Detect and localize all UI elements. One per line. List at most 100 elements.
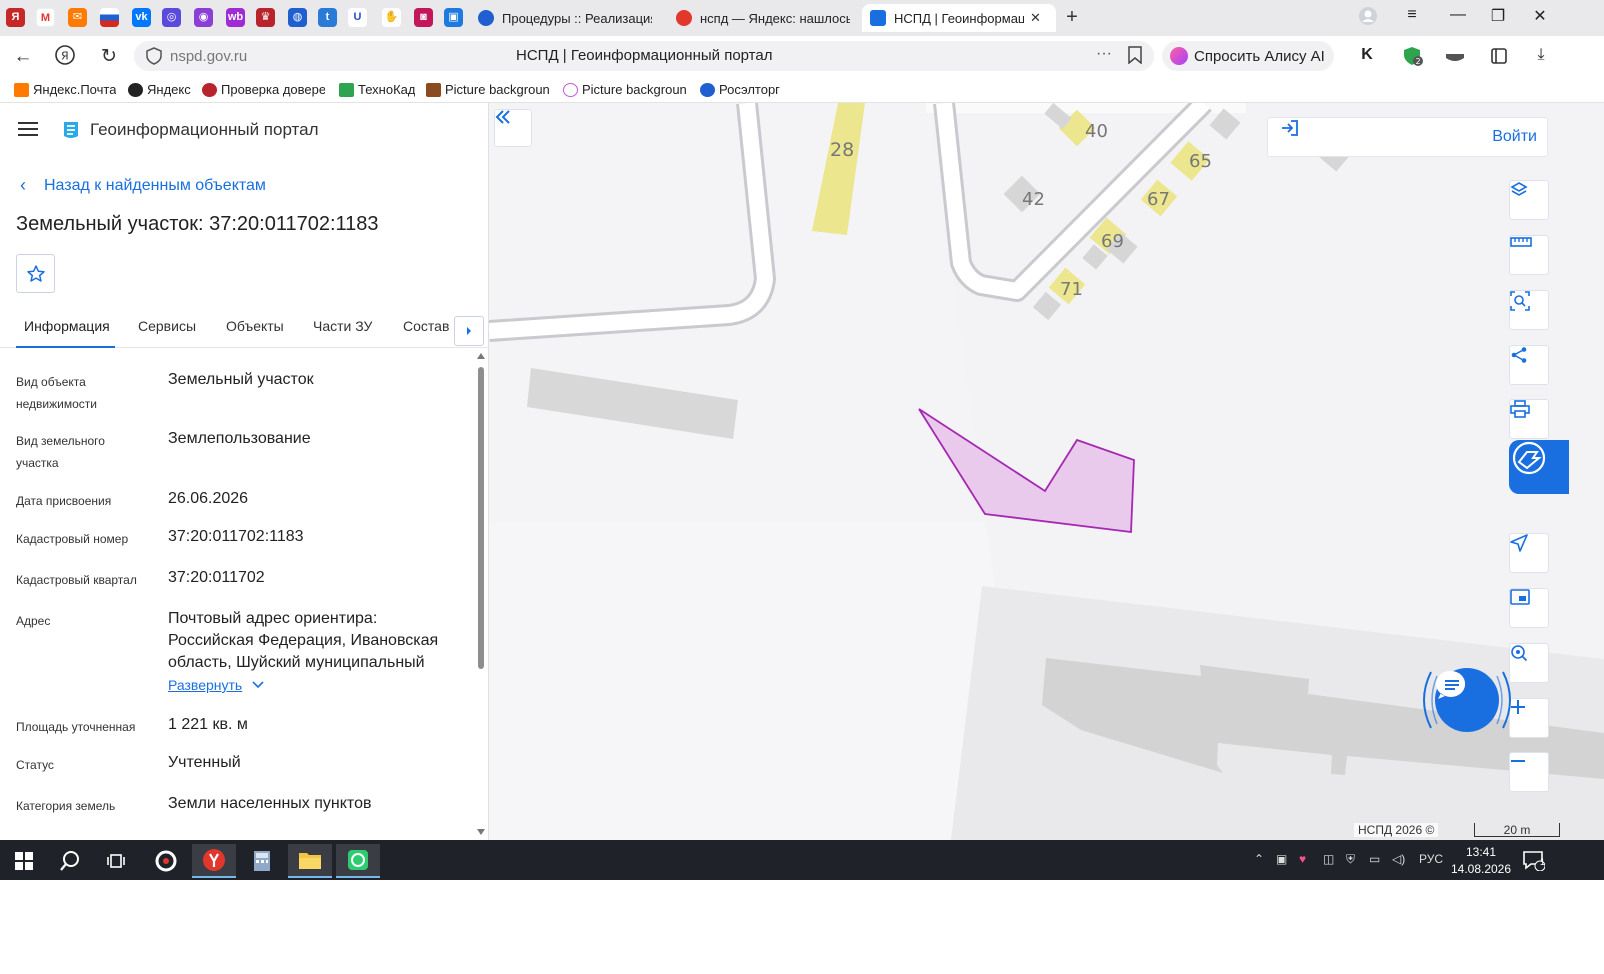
scroll-up-arrow[interactable] (477, 353, 485, 359)
taskbar-file-explorer[interactable] (288, 844, 332, 878)
start-button[interactable] (2, 844, 46, 878)
tray-security-icon[interactable]: ⛨ (1346, 852, 1355, 867)
tab-composition[interactable]: Состав (403, 318, 449, 334)
close-tab-icon[interactable]: ✕ (1030, 10, 1041, 26)
scroll-down-arrow[interactable] (477, 829, 485, 835)
taskbar-yandex-browser[interactable] (192, 844, 236, 878)
favicon-pinned-wb[interactable]: wb (226, 8, 245, 27)
scroll-thumb[interactable] (478, 367, 484, 669)
measure-button[interactable] (1509, 235, 1549, 275)
tab-information[interactable]: Информация (24, 318, 110, 334)
new-tab-button[interactable]: + (1060, 6, 1084, 30)
minimap-button[interactable] (1509, 588, 1549, 628)
tray-language[interactable]: РУС (1419, 852, 1443, 866)
task-view-button[interactable] (94, 844, 138, 878)
tray-app-icon-3[interactable]: ◫ (1323, 852, 1334, 866)
tray-network-icon[interactable]: ▭ (1369, 852, 1380, 866)
site-shield-icon[interactable] (146, 47, 162, 65)
collapse-panel-button[interactable] (494, 109, 532, 147)
active-tab-indicator (16, 346, 115, 348)
url-text[interactable]: nspd.gov.ru (170, 48, 247, 65)
favicon-pinned-gerb[interactable]: ♛ (256, 8, 275, 27)
layers-button[interactable] (1509, 180, 1549, 220)
taskbar-calculator[interactable] (240, 844, 284, 878)
bookmark-icon[interactable] (1128, 46, 1142, 64)
geolocation-button[interactable] (1509, 533, 1549, 573)
reload-icon[interactable]: ↻ (96, 44, 122, 70)
yandex-home-icon[interactable]: Я (52, 44, 78, 70)
bookmark-roseltorg[interactable]: Росэлторг (700, 82, 780, 97)
svg-text:Я: Я (61, 50, 69, 63)
print-button[interactable] (1509, 399, 1549, 439)
tab-services[interactable]: Сервисы (138, 318, 196, 334)
favicon-pinned-flag[interactable] (100, 8, 119, 27)
downloads-icon[interactable]: ⤓ (1530, 46, 1552, 66)
share-button[interactable] (1509, 345, 1549, 385)
zoom-out-button[interactable] (1509, 752, 1549, 792)
support-chat-button[interactable] (1435, 668, 1499, 732)
tab-2-icon (676, 10, 692, 26)
tab-objects[interactable]: Объекты (226, 318, 284, 334)
rosreestr-services-button[interactable] (1509, 440, 1569, 494)
more-dots-icon[interactable]: ··· (1096, 45, 1112, 63)
taskbar-app-1[interactable] (144, 844, 188, 878)
bookmark-picture-bg-1[interactable]: Picture backgroun (426, 82, 549, 97)
profile-icon[interactable] (1356, 6, 1380, 31)
favicon-pinned-4[interactable]: ◍ (288, 8, 307, 27)
extension-k-icon[interactable]: K (1356, 46, 1378, 66)
expand-address-link[interactable]: Развернуть (168, 677, 264, 693)
ask-alice-button[interactable]: Спросить Алису AI (1162, 41, 1334, 71)
favicon-pinned-2[interactable]: ◎ (162, 8, 181, 27)
favicon-pinned-3[interactable]: ◉ (194, 8, 213, 27)
minimize-window-icon[interactable]: — (1446, 6, 1470, 24)
search-by-point-button[interactable] (1509, 643, 1549, 683)
panel-scrollbar[interactable] (476, 351, 486, 837)
close-window-icon[interactable]: ✕ (1528, 6, 1552, 26)
favicon-pinned-6[interactable]: ◙ (414, 8, 433, 27)
select-area-button[interactable] (1509, 290, 1549, 330)
bookmark-technokad[interactable]: ТехноКад (339, 82, 415, 97)
favicon-pinned-mail[interactable]: ✉ (68, 8, 87, 27)
taskbar-clock[interactable]: 13:41 14.08.2026 (1450, 844, 1512, 878)
bookmark-yandex-mail[interactable]: Яндекс.Почта (14, 82, 116, 97)
browser-tab-2[interactable]: нспд — Яндекс: нашлось (668, 4, 858, 32)
tray-expand-icon[interactable]: ⌃ (1254, 852, 1264, 866)
tabs-next-button[interactable] (454, 316, 484, 346)
back-arrow-icon[interactable]: ← (10, 44, 36, 70)
bookmark-picture-bg-2[interactable]: Picture backgroun (563, 82, 686, 97)
favicon-pinned-1[interactable]: Я (6, 8, 25, 27)
favicon-pinned-u[interactable]: U (348, 8, 367, 27)
tray-app-icon-2[interactable]: ♥ (1299, 852, 1306, 866)
back-to-results-link[interactable]: ‹ Назад к найденным объектам (20, 175, 266, 196)
task-view-icon (107, 854, 125, 868)
extension-shield-icon[interactable]: 2 (1402, 46, 1424, 66)
tab-1-icon (478, 10, 494, 26)
omnibox[interactable]: nspd.gov.ru НСПД | Геоинформационный пор… (134, 41, 1154, 71)
restore-window-icon[interactable]: ❐ (1486, 6, 1510, 26)
map-view[interactable]: 28 40 65 42 67 69 71 Войти НСПД 2026 © 2… (489, 103, 1604, 840)
add-favorite-button[interactable] (16, 254, 55, 293)
collections-icon[interactable] (1488, 46, 1510, 66)
bookmark-trust-check[interactable]: Проверка довере (202, 82, 325, 97)
tray-app-icon-1[interactable]: ▣ (1276, 852, 1287, 866)
login-button[interactable]: Войти (1267, 117, 1548, 157)
favicon-pinned-t[interactable]: t (318, 8, 337, 27)
favicon-pinned-vk[interactable]: vk (132, 8, 151, 27)
zoom-in-button[interactable] (1509, 698, 1549, 738)
hamburger-menu-icon[interactable] (18, 122, 38, 136)
favicon-pinned-gmail[interactable]: M (36, 8, 55, 27)
favicon-pinned-7[interactable]: ▣ (444, 8, 463, 27)
browser-menu-icon[interactable]: ≡ (1400, 6, 1424, 24)
notifications-button[interactable]: 1 (1512, 844, 1556, 878)
tray-volume-icon[interactable]: ◁) (1392, 852, 1405, 866)
favicon-pinned-5[interactable]: ✋ (382, 8, 401, 27)
extension-hat-icon[interactable] (1444, 46, 1466, 66)
tab-land-parts[interactable]: Части ЗУ (313, 318, 372, 334)
browser-tab-1[interactable]: Процедуры :: Реализация (470, 4, 666, 32)
bookmark-yandex[interactable]: Яндекс (128, 82, 191, 97)
taskbar-search-button[interactable] (48, 844, 92, 878)
browser-tab-3-active[interactable]: НСПД | Геоинформаци ✕ (862, 4, 1056, 32)
mail-icon (14, 82, 29, 97)
search-icon (60, 851, 79, 871)
taskbar-app-green[interactable] (336, 844, 380, 878)
